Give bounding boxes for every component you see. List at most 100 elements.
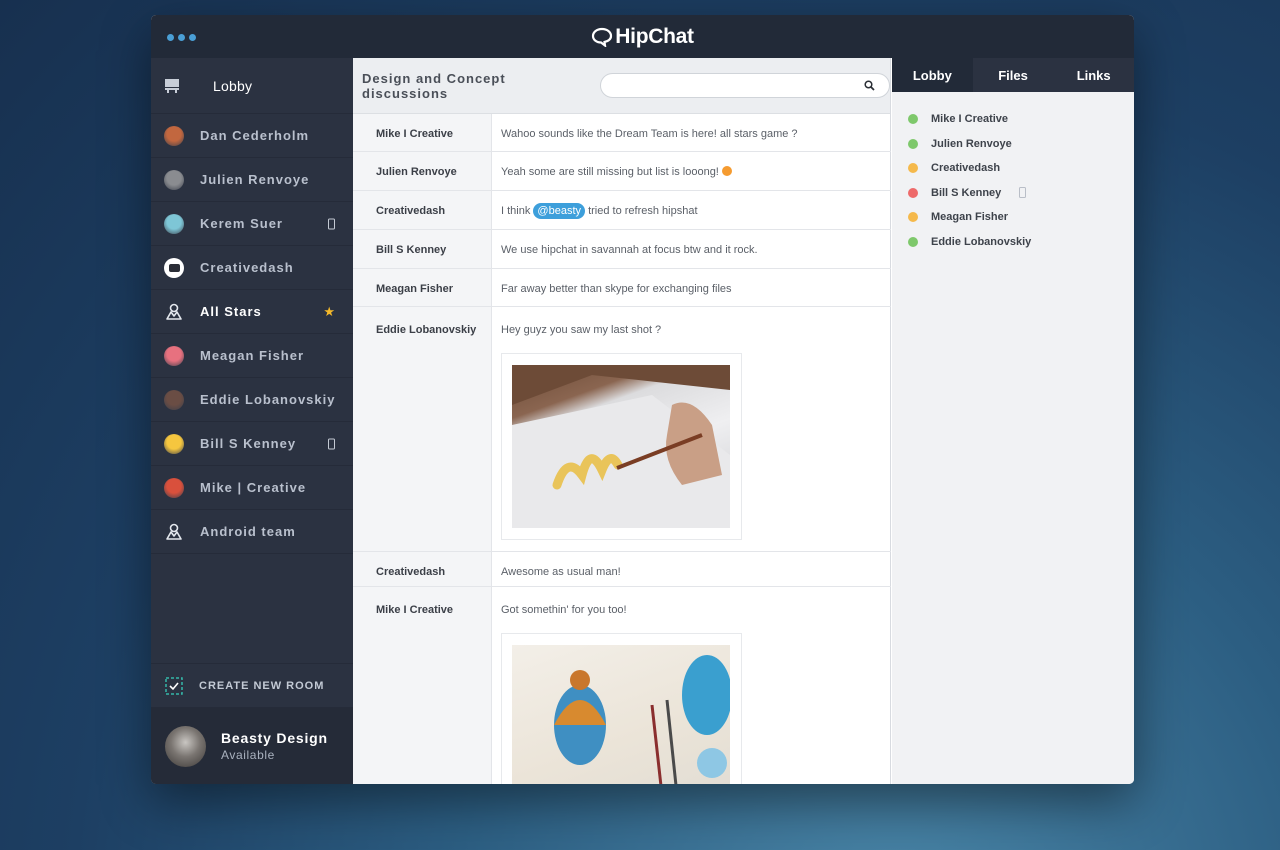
sidebar-item-creativedash[interactable]: Creativedash <box>151 246 353 290</box>
tab-links[interactable]: Links <box>1053 58 1134 92</box>
sidebar-item-eddie-lobanovskiy[interactable]: Eddie Lobanovskiy <box>151 378 353 422</box>
sidebar-item-label: Kerem Suer <box>200 216 283 231</box>
sidebar-item-label: Android team <box>200 524 296 539</box>
lobby-icon <box>165 78 179 93</box>
sidebar-item-all-stars[interactable]: All Stars ★ <box>151 290 353 334</box>
right-tabs: Lobby Files Links <box>892 58 1134 92</box>
message-row: Eddie Lobanovskiy Hey guyz you saw my las… <box>353 307 891 552</box>
person-name: Julien Renvoye <box>931 137 1012 150</box>
message-author[interactable]: Meagan Fisher <box>353 269 492 306</box>
create-room-label: CREATE NEW ROOM <box>199 679 325 692</box>
sidebar-item-label: Julien Renvoye <box>200 172 310 187</box>
chat-header: Design and Concept discussions <box>353 58 890 114</box>
room-icon <box>166 303 182 320</box>
avatar <box>164 433 184 454</box>
online-people-list: Mike I Creative Julien Renvoye Creativedas… <box>892 92 1134 254</box>
person-name: Bill S Kenney <box>931 186 1002 199</box>
person-name: Mike I Creative <box>931 113 1009 126</box>
avatar <box>164 169 184 190</box>
status-dot <box>908 163 918 174</box>
message-text: Got somethin' for you too! <box>501 604 627 616</box>
message-body: Hey guyz you saw my last shot ? <box>492 307 742 551</box>
sidebar-item-label: Dan Cederholm <box>200 128 310 143</box>
status-dot <box>908 187 918 198</box>
message-body: Far away better than skype for exchangin… <box>492 269 732 306</box>
message-body: Wahoo sounds like the Dream Team is here… <box>492 114 798 151</box>
beetle-illustration[interactable] <box>512 645 730 784</box>
sidebar-item-label: Mike | Creative <box>200 480 307 495</box>
person-name: Creativedash <box>931 162 1001 175</box>
avatar <box>165 725 206 767</box>
app-logo: HipChat <box>591 24 694 49</box>
message-author[interactable]: Creativedash <box>353 552 492 586</box>
sidebar-item-label: Creativedash <box>200 260 294 275</box>
sidebar-item-mike-creative[interactable]: Mike | Creative <box>151 466 353 510</box>
message-author[interactable]: Mike I Creative <box>353 587 492 784</box>
avatar <box>164 257 184 278</box>
mobile-icon <box>328 438 335 449</box>
sidebar-item-dan-cederholm[interactable]: Dan Cederholm <box>151 114 353 158</box>
app-window: HipChat Lobby Dan Cederholm Julien Renvoy… <box>151 15 1134 784</box>
tab-files[interactable]: Files <box>973 58 1054 92</box>
room-icon <box>166 523 182 540</box>
chat-bubble-icon <box>592 27 613 47</box>
message-author[interactable]: Eddie Lobanovskiy <box>353 307 492 551</box>
person-row[interactable]: Julien Renvoye <box>892 132 1134 157</box>
person-row[interactable]: Mike I Creative <box>892 107 1134 132</box>
image-attachment[interactable] <box>501 353 742 540</box>
person-row[interactable]: Bill S Kenney <box>892 181 1134 206</box>
star-icon[interactable]: ★ <box>323 304 335 320</box>
person-row[interactable]: Creativedash <box>892 156 1134 181</box>
person-name: Eddie Lobanovskiy <box>931 235 1032 248</box>
message-body: Got somethin' for you too! <box>492 587 742 784</box>
sidebar-item-meagan-fisher[interactable]: Meagan Fisher <box>151 334 353 378</box>
image-attachment[interactable] <box>501 633 742 784</box>
sidebar-item-kerem-suer[interactable]: Kerem Suer <box>151 202 353 246</box>
sidebar-item-android-team[interactable]: Android team <box>151 510 353 554</box>
message-body: Awesome as usual man! <box>492 552 621 586</box>
message-list: Mike I Creative Wahoo sounds like the Dre… <box>353 114 891 784</box>
avatar <box>164 389 184 410</box>
smiley-emoji-icon <box>721 166 732 176</box>
message-text: Hey guyz you saw my last shot ? <box>501 324 662 336</box>
sidebar-item-julien-renvoye[interactable]: Julien Renvoye <box>151 158 353 202</box>
message-body: We use hipchat in savannah at focus btw … <box>492 230 758 268</box>
current-user[interactable]: Beasty Design Available <box>151 708 353 784</box>
sidebar-item-bill-s-kenney[interactable]: Bill S Kenney <box>151 422 353 466</box>
sidebar-item-label: Lobby <box>213 77 253 94</box>
app-title: HipChat <box>615 24 694 48</box>
message-author[interactable]: Creativedash <box>353 191 492 229</box>
search-input[interactable] <box>601 74 862 97</box>
person-row[interactable]: Eddie Lobanovskiy <box>892 230 1134 255</box>
avatar <box>164 125 184 146</box>
lettering-photo[interactable] <box>512 365 730 528</box>
user-status: Available <box>221 748 275 762</box>
search-icon[interactable] <box>864 80 875 91</box>
mobile-icon <box>1019 187 1027 199</box>
avatar <box>164 345 184 366</box>
message-text: Yeah some are still missing but list is … <box>501 166 719 178</box>
tab-lobby[interactable]: Lobby <box>892 58 973 92</box>
search-box[interactable] <box>600 73 890 98</box>
status-dot <box>908 212 918 223</box>
sidebar-item-label: Eddie Lobanovskiy <box>200 392 336 407</box>
message-body: Yeah some are still missing but list is … <box>492 152 732 190</box>
message-body: I think @beasty tried to refresh hipshat <box>492 191 698 229</box>
message-author[interactable]: Bill S Kenney <box>353 230 492 268</box>
message-author[interactable]: Julien Renvoye <box>353 152 492 190</box>
mobile-icon <box>328 218 335 229</box>
window-menu-dots[interactable] <box>167 34 196 41</box>
person-name: Meagan Fisher <box>931 211 1009 224</box>
right-panel: Lobby Files Links Mike I Creative Julien Re… <box>892 58 1134 784</box>
mention-tag[interactable]: @beasty <box>533 203 585 219</box>
add-room-icon <box>165 676 183 695</box>
sidebar-item-lobby[interactable]: Lobby <box>151 58 353 114</box>
person-row[interactable]: Meagan Fisher <box>892 205 1134 230</box>
status-dot <box>908 236 918 247</box>
create-new-room-button[interactable]: CREATE NEW ROOM <box>151 663 353 708</box>
message-author[interactable]: Mike I Creative <box>353 114 492 151</box>
message-row: Julien Renvoye Yeah some are still missin… <box>353 152 891 191</box>
sidebar-item-label: Bill S Kenney <box>200 436 297 451</box>
sidebar-item-label: Meagan Fisher <box>200 348 305 363</box>
avatar <box>164 477 184 498</box>
